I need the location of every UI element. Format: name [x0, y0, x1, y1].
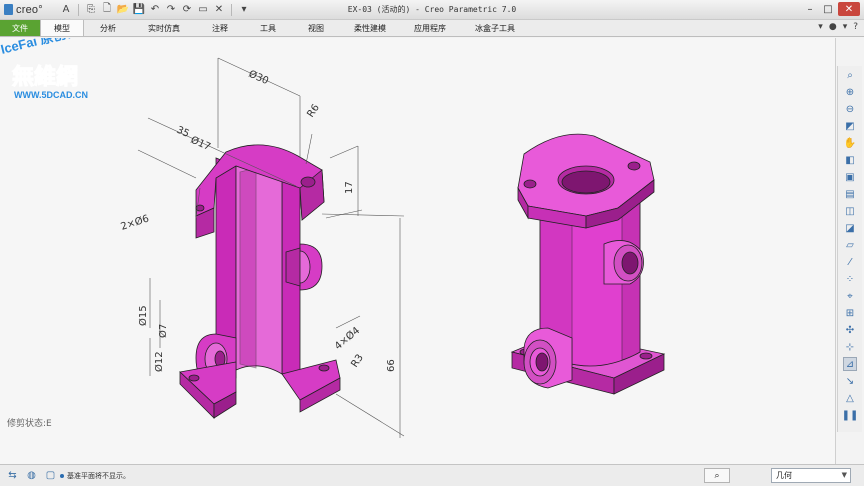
settings-icon[interactable]: ●	[829, 22, 837, 32]
watermark-line-3: WWW.5DCAD.CN	[14, 90, 88, 100]
pan-icon[interactable]: ✋	[843, 136, 857, 150]
light-icon[interactable]: △	[843, 391, 857, 405]
undo-icon[interactable]: ↶	[149, 4, 161, 16]
section-icon[interactable]: ◪	[843, 221, 857, 235]
annotation-display-icon[interactable]: ⊞	[843, 306, 857, 320]
saved-views-icon[interactable]: ▣	[843, 170, 857, 184]
minimize-ribbon-icon[interactable]: ▾	[818, 22, 823, 32]
find-button[interactable]: ⌕	[704, 468, 730, 483]
grid-display-icon[interactable]: ⊹	[843, 340, 857, 354]
zoom-in-icon[interactable]: ⊕	[843, 85, 857, 99]
dim-12-diameter: Ø12	[153, 351, 165, 372]
repaint-icon[interactable]: ◩	[843, 119, 857, 133]
help-icon[interactable]: ?	[853, 22, 858, 32]
spin-center-icon[interactable]: ✣	[843, 323, 857, 337]
coordinate-systems-icon[interactable]: ⌖	[843, 289, 857, 303]
pause-icon[interactable]: ❚❚	[842, 408, 859, 422]
perspective-icon[interactable]: ◫	[843, 204, 857, 218]
full-model	[510, 133, 666, 395]
title-bar: creo° A ⎘ 🗋 📂 💾 ↶ ↷ ⟳ ▭ ✕ ▾ EX-03 (活动的) …	[0, 0, 864, 20]
status-message-text: 基准平面将不显示。	[67, 472, 130, 480]
tab-live-simulation[interactable]: 实时仿真	[132, 20, 196, 36]
dim-base-radius: R3	[349, 352, 366, 369]
full-screen-icon[interactable]: ▢	[44, 469, 57, 482]
clip-state-label: 修剪状态:E	[7, 419, 52, 429]
tab-file[interactable]: 文件	[0, 20, 40, 36]
regenerate-icon[interactable]: ⎘	[85, 4, 97, 16]
tab-tools[interactable]: 工具	[244, 20, 292, 36]
text-icon[interactable]: A	[60, 4, 72, 16]
status-message: 基准平面将不显示。	[60, 471, 130, 481]
windows-icon[interactable]: ▭	[197, 4, 209, 16]
view-toolbar: ⌕ ⊕ ⊖ ◩ ✋ ◧ ▣ ▤ ◫ ◪ ▱ ⁄ ⁘ ⌖ ⊞ ✣ ⊹ ⊿ ↘ △ …	[837, 66, 862, 432]
close-window-icon[interactable]: ✕	[213, 4, 225, 16]
dim-15-diameter: Ø15	[137, 305, 149, 326]
save-icon[interactable]: 💾	[133, 4, 145, 16]
dim-17-height: 17	[344, 181, 355, 194]
appearance-icon[interactable]: ↘	[843, 374, 857, 388]
dim-7-diameter: Ø7	[157, 324, 169, 338]
datum-planes-icon[interactable]: ▱	[843, 238, 857, 252]
tab-applications[interactable]: 应用程序	[400, 20, 460, 36]
status-icons: ⇆ ◍ ▢	[6, 469, 57, 482]
watermark-logo: IceFai 原创作品 無維網 WWW.5DCAD.CN	[0, 38, 92, 100]
ribbon-right-controls: ▾ ● ▾ ?	[818, 22, 858, 32]
dim-top-diameter: Ø30	[247, 68, 271, 87]
creo-logo-icon	[4, 4, 13, 15]
watermark-line-1: IceFai 原创作品	[0, 38, 92, 57]
creo-logo: creo°	[4, 4, 52, 16]
tab-analysis[interactable]: 分析	[84, 20, 132, 36]
maximize-button[interactable]: □	[820, 2, 836, 16]
dim-top-radius: R6	[305, 102, 322, 119]
creo-window: creo° A ⎘ 🗋 📂 💾 ↶ ↷ ⟳ ▭ ✕ ▾ EX-03 (活动的) …	[0, 0, 864, 486]
separator	[231, 3, 232, 16]
open-folder-icon[interactable]: 📂	[117, 4, 129, 16]
search-icon[interactable]: ▾	[843, 22, 848, 32]
graphics-area[interactable]: Ø30 R6 35 Ø17 17 2×Ø6 66 Ø15 Ø7 Ø12 4×Ø4…	[0, 38, 836, 464]
binoculars-icon: ⌕	[714, 470, 720, 481]
regenerate-model-icon[interactable]: ⟳	[181, 4, 193, 16]
close-button[interactable]: ✕	[838, 2, 860, 16]
customize-toolbar-icon[interactable]: ▾	[238, 4, 250, 16]
datum-points-icon[interactable]: ⁘	[843, 272, 857, 286]
status-bar: ⇆ ◍ ▢ 基准平面将不显示。 ⌕ 几何 ▼	[0, 464, 864, 486]
selection-filter[interactable]: 几何 ▼	[771, 468, 851, 483]
navigator-icon[interactable]: ⇆	[6, 469, 19, 482]
chevron-down-icon: ▼	[841, 471, 847, 479]
tab-icebox-tools[interactable]: 冰盒子工具	[460, 20, 530, 36]
dim-chamfer-holes: 2×Ø6	[119, 212, 150, 232]
zoom-out-icon[interactable]: ⊖	[843, 102, 857, 116]
dim-66-height: 66	[386, 359, 397, 372]
info-icon	[60, 474, 64, 478]
dim-4-holes: 4×Ø4	[332, 324, 362, 352]
watermark-line-2: 無維網	[12, 64, 78, 90]
tab-flexible-modeling[interactable]: 柔性建模	[340, 20, 400, 36]
dim-35: 35	[175, 125, 191, 140]
quick-access-toolbar: A ⎘ 🗋 📂 💾 ↶ ↷ ⟳ ▭ ✕ ▾	[60, 3, 250, 16]
dimension-display-icon[interactable]: ⊿	[843, 357, 857, 371]
new-file-icon[interactable]: 🗋	[101, 3, 113, 16]
separator	[78, 3, 79, 16]
display-style-icon[interactable]: ◧	[843, 153, 857, 167]
tab-view[interactable]: 视图	[292, 20, 340, 36]
ribbon-tabs: 文件 模型 分析 实时仿真 注释 工具 视图 柔性建模 应用程序 冰盒子工具	[0, 20, 864, 37]
minimize-button[interactable]: –	[802, 2, 818, 16]
dim-17-diameter: Ø17	[189, 134, 213, 153]
view-manager-icon[interactable]: ▤	[843, 187, 857, 201]
refit-icon[interactable]: ⌕	[843, 68, 857, 82]
datum-axes-icon[interactable]: ⁄	[843, 255, 857, 269]
tab-model[interactable]: 模型	[40, 20, 84, 36]
section-model	[179, 144, 341, 419]
selection-filter-value: 几何	[776, 471, 792, 480]
browser-icon[interactable]: ◍	[25, 469, 38, 482]
model-viewport: Ø30 R6 35 Ø17 17 2×Ø6 66 Ø15 Ø7 Ø12 4×Ø4…	[119, 57, 666, 438]
tab-annotate[interactable]: 注释	[196, 20, 244, 36]
window-controls: – □ ✕	[802, 2, 860, 16]
redo-icon[interactable]: ↷	[165, 4, 177, 16]
